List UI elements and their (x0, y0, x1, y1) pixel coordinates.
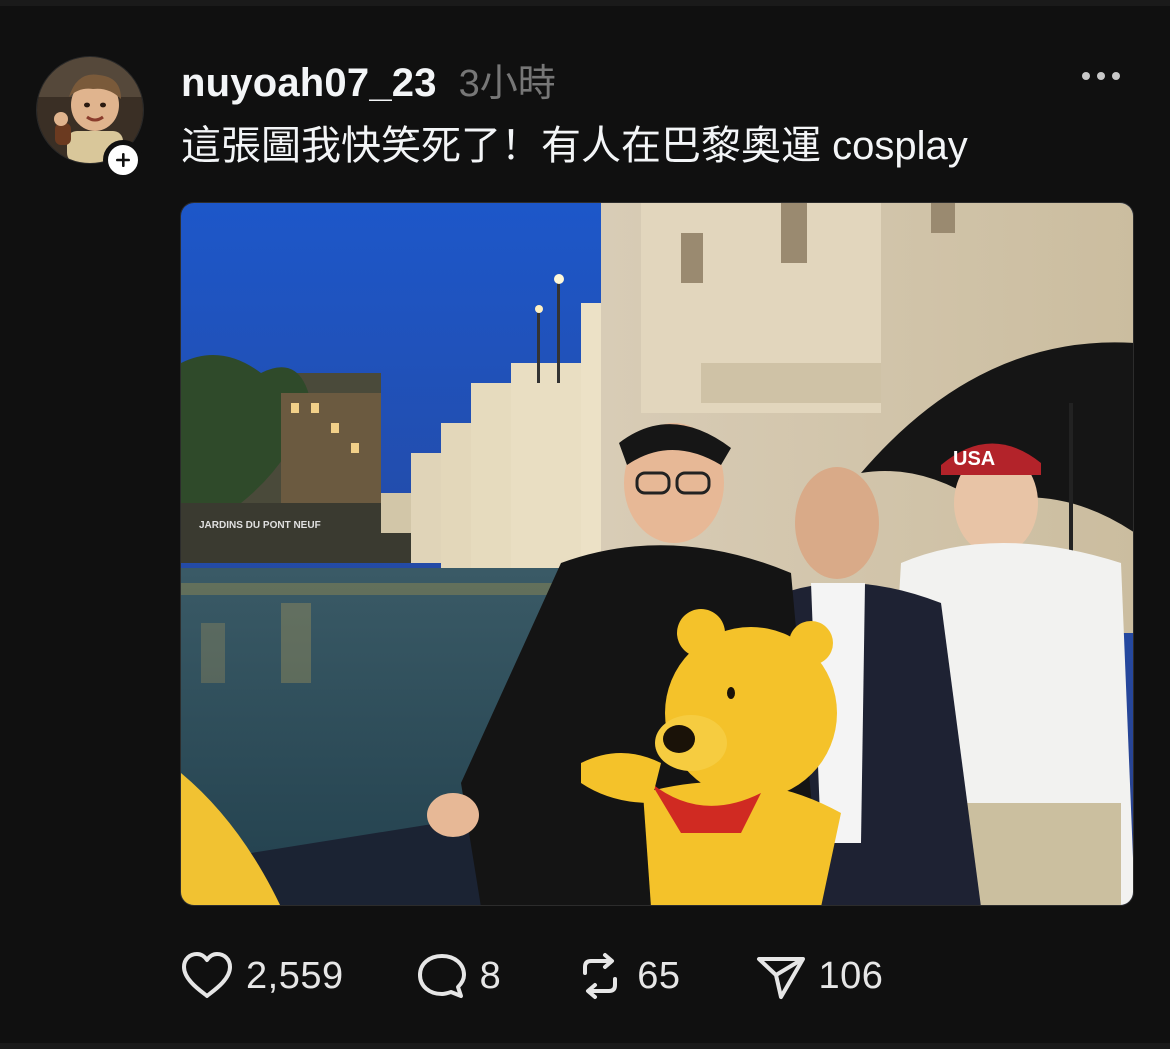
like-button[interactable]: 2,559 (180, 951, 344, 1001)
post-photo[interactable]: JARDINS DU PONT NEUF USA (180, 202, 1134, 906)
bottom-divider (0, 1043, 1170, 1049)
reply-button[interactable]: 8 (416, 951, 502, 1001)
username[interactable]: nuyoah07_23 (181, 61, 437, 106)
like-count: 2,559 (246, 954, 344, 997)
share-button[interactable]: 106 (755, 951, 884, 1001)
more-horizontal-icon (1082, 72, 1120, 80)
more-options-button[interactable] (1080, 64, 1124, 88)
post-timestamp: 3小時 (458, 63, 556, 105)
follow-button[interactable] (103, 140, 143, 180)
action-bar: 2,559 8 65 106 (180, 948, 883, 1004)
threads-post: nuyoah07_23 3小時 這張圖我快笑死了！有人在巴黎奧運 cosplay (0, 0, 1170, 1049)
photo-image: JARDINS DU PONT NEUF USA (181, 203, 1133, 905)
speech-bubble-icon (417, 954, 466, 998)
cap-text: USA (953, 448, 995, 470)
paper-plane-icon (756, 957, 805, 999)
repost-icon (583, 953, 618, 999)
heart-icon (182, 952, 232, 998)
riverside-sign: JARDINS DU PONT NEUF (199, 520, 321, 531)
avatar-container[interactable] (36, 56, 144, 180)
plus-icon (116, 153, 130, 167)
share-count: 106 (818, 954, 884, 997)
top-divider (0, 0, 1170, 6)
post-header: nuyoah07_23 3小時 (181, 52, 556, 106)
reply-count: 8 (479, 954, 502, 997)
repost-button[interactable]: 65 (575, 951, 680, 1001)
repost-count: 65 (637, 954, 681, 997)
post-caption: 這張圖我快笑死了！有人在巴黎奧運 cosplay (181, 124, 968, 168)
